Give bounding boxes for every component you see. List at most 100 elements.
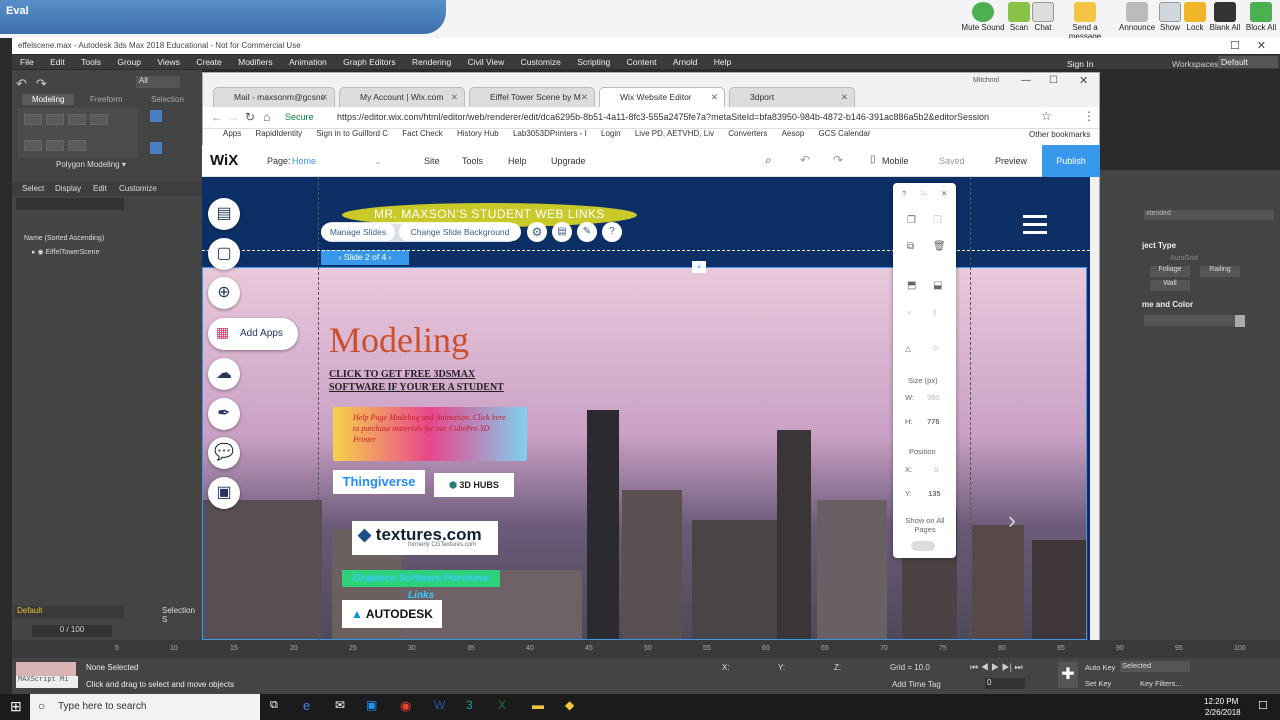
key-mode-select[interactable]: Selected [1120, 661, 1190, 672]
window-minimize-icon[interactable]: — [1021, 75, 1031, 86]
redo-icon[interactable]: ↷ [833, 153, 843, 167]
wall-button[interactable]: Wall [1150, 280, 1190, 291]
manage-slides-button[interactable]: Manage Slides [321, 223, 395, 241]
task-view-icon[interactable]: ⧉ [270, 699, 278, 712]
tab-close-icon[interactable]: ✕ [841, 92, 848, 103]
bookmark[interactable]: Converters [728, 129, 767, 138]
layout-icon[interactable]: ▤ [552, 222, 572, 242]
tab-selection[interactable]: Selection [151, 95, 184, 104]
angle-value[interactable]: 0° [933, 344, 940, 353]
pages-icon[interactable]: ▤ [208, 198, 240, 230]
bookmark[interactable]: Aesop [782, 129, 805, 138]
nav-upgrade[interactable]: Upgrade [551, 156, 586, 166]
menu-rendering[interactable]: Rendering [412, 55, 451, 67]
tab-select[interactable]: Select [22, 184, 44, 193]
modeling-heading[interactable]: Modeling [329, 319, 469, 361]
nav-site[interactable]: Site [424, 156, 440, 166]
reload-icon[interactable]: ↻ [245, 110, 255, 124]
add-icon[interactable]: ⊕ [208, 277, 240, 309]
mobile-button[interactable]: Mobile [882, 156, 909, 166]
notifications-icon[interactable]: ☐ [1258, 699, 1268, 712]
auto-key-button[interactable]: Auto Key [1085, 663, 1115, 672]
app-icon[interactable]: ▣ [366, 698, 377, 712]
star-icon[interactable]: ☆ [1041, 109, 1052, 123]
tab-close-icon[interactable]: ✕ [321, 92, 328, 103]
add-time-tag[interactable]: Add Time Tag [892, 680, 941, 689]
menu-views[interactable]: Views [157, 55, 180, 67]
page-select[interactable]: Home [292, 156, 316, 166]
banner-text[interactable]: MR. MAXSON'S STUDENT WEB LINKS [342, 207, 637, 221]
folder-icon[interactable]: ▬ [532, 698, 544, 712]
edge-icon[interactable]: e [303, 698, 310, 713]
other-bookmarks[interactable]: Other bookmarks [1029, 130, 1091, 139]
ribbon-toggle[interactable] [150, 142, 162, 154]
ribbon-tool[interactable] [68, 140, 86, 151]
url-field[interactable]: https://editor.wix.com/html/editor/web/r… [337, 112, 1027, 122]
bookmark[interactable]: Sign in to Guilford C [316, 129, 388, 138]
railing-button[interactable]: Railing [1200, 266, 1240, 277]
3d-hubs-logo[interactable]: ⬢ 3D HUBS [434, 473, 514, 497]
nav-help[interactable]: Help [508, 156, 527, 166]
graphics-software-link[interactable]: Graphics Software Purchase Links [342, 570, 500, 601]
thingiverse-logo[interactable]: Thingiverse [333, 470, 425, 494]
tab-modeling[interactable]: Modeling [22, 94, 75, 105]
delete-icon[interactable]: 🗑 [933, 241, 946, 252]
gear-icon[interactable]: ⚙ [527, 222, 547, 242]
promo-banner[interactable]: Help Page Modeling and Animation. Click … [333, 407, 527, 461]
background-icon[interactable]: ▢ [208, 238, 240, 270]
undo-icon[interactable]: ↶ [16, 76, 27, 91]
width-field[interactable]: 980 [927, 393, 940, 402]
menu-animation[interactable]: Animation [289, 55, 327, 67]
menu-scripting[interactable]: Scripting [577, 55, 610, 67]
bookmark[interactable]: Lab3053DPrinters - I [513, 129, 587, 138]
menu-edit[interactable]: Edit [50, 55, 65, 67]
autodesk-logo[interactable]: ▲ AUTODESK [342, 600, 442, 628]
tab-3dport[interactable]: 3dport ✕ [729, 87, 855, 107]
layer-select[interactable]: Default [14, 606, 124, 618]
maximize-icon[interactable]: ☐ [1230, 39, 1240, 52]
polygon-modeling-label[interactable]: Polygon Modeling ▾ [56, 160, 126, 169]
window-close-icon[interactable]: ✕ [1079, 74, 1088, 87]
menu-modifiers[interactable]: Modifiers [238, 55, 272, 67]
upload-cloud-icon[interactable]: ☁ [208, 358, 240, 390]
change-background-button[interactable]: Change Slide Background [399, 223, 521, 241]
set-key-icon[interactable]: ✚ [1058, 662, 1078, 688]
ribbon-tool[interactable] [46, 140, 64, 151]
menu-help[interactable]: Help [714, 55, 731, 67]
tab-my-account[interactable]: My Account | Wix.com ✕ [339, 87, 465, 107]
calendar-icon[interactable]: ▣ [208, 477, 240, 509]
scene-tree-item[interactable]: ▸ ◉ EiffelTowerScene [32, 248, 99, 256]
help-icon[interactable]: ? [902, 189, 906, 198]
tab-display[interactable]: Display [55, 184, 81, 193]
window-maximize-icon[interactable]: ☐ [1049, 75, 1058, 86]
ribbon-toggle[interactable] [150, 110, 162, 122]
bookmark[interactable]: Fact Check [402, 129, 442, 138]
undo-icon[interactable]: ↶ [800, 153, 810, 167]
back-icon[interactable]: ← [211, 110, 223, 124]
redo-icon[interactable]: ↷ [36, 76, 47, 91]
object-color-swatch[interactable] [1235, 315, 1245, 327]
edit-icon[interactable]: ✎ [577, 222, 597, 242]
maxscript-field[interactable]: MAXScript Mi [16, 676, 78, 688]
ribbon-tool[interactable] [24, 114, 42, 125]
bookmark[interactable]: GCS Calendar [819, 129, 871, 138]
chrome-icon[interactable]: ◉ [400, 698, 411, 714]
preview-button[interactable]: Preview [995, 156, 1027, 166]
distribute-icon[interactable]: ⫼ [933, 308, 936, 318]
bookmark[interactable]: Apps [223, 129, 241, 138]
show-all-pages-toggle[interactable] [911, 541, 935, 551]
excel-icon[interactable]: X [498, 698, 506, 712]
copy-icon[interactable]: ❐ [907, 215, 916, 226]
menu-content[interactable]: Content [627, 55, 657, 67]
arrange-back-icon[interactable]: ⬓ [933, 280, 942, 291]
publish-button[interactable]: Publish [1042, 145, 1100, 177]
add-apps-button[interactable]: ▦ Add Apps [208, 318, 298, 350]
chat-icon[interactable]: 💬 [208, 437, 240, 469]
send-message-button[interactable]: Send a message [1058, 2, 1112, 41]
tab-eiffel[interactable]: Eiffel Tower Scene by M ✕ [469, 87, 595, 107]
ribbon-tool[interactable] [68, 114, 86, 125]
tab-freeform[interactable]: Freeform [90, 95, 122, 104]
forward-icon[interactable]: → [227, 110, 239, 124]
app-icon[interactable]: ◆ [565, 698, 574, 712]
menu-graph-editors[interactable]: Graph Editors [343, 55, 395, 67]
